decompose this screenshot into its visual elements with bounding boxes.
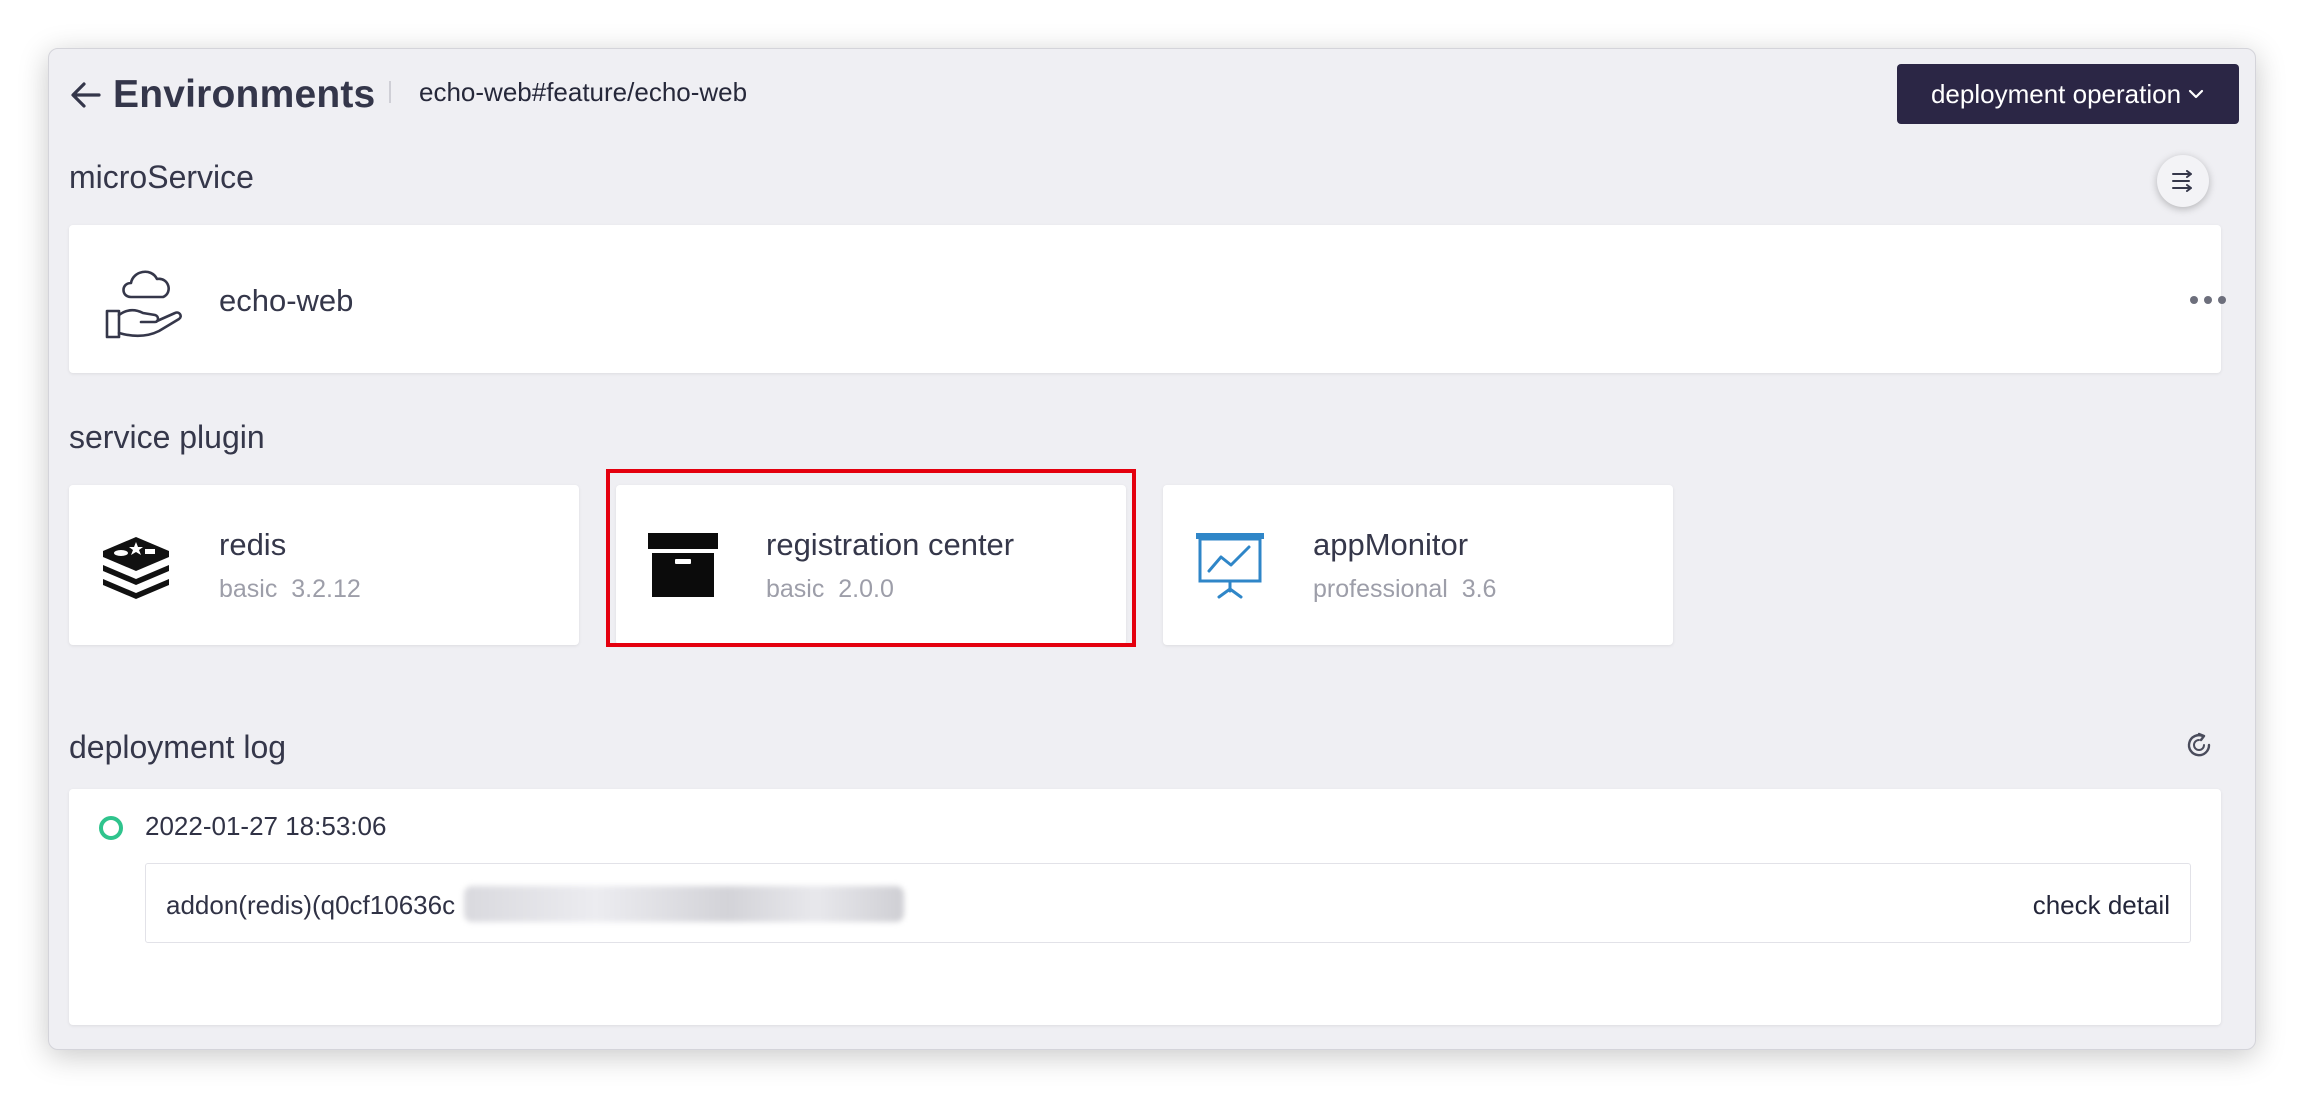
microservice-section-title: microService: [69, 159, 254, 195]
app-window: Environments echo-web#feature/echo-web d…: [48, 48, 2256, 1050]
plugin-name: appMonitor: [1313, 527, 1469, 562]
plugin-name: redis: [219, 527, 287, 562]
page-title: Environments: [113, 73, 376, 116]
deployment-log-section-title: deployment log: [69, 729, 287, 765]
list-view-toggle[interactable]: [2157, 155, 2209, 207]
plugin-card-appmonitor[interactable]: appMonitor professional 3.6: [1163, 485, 1673, 645]
plugin-meta: professional 3.6: [1313, 575, 1497, 603]
title-divider: [389, 81, 391, 103]
log-entry-text: addon(redis)(q0cf10636c: [166, 890, 456, 920]
check-detail-link[interactable]: check detail: [2033, 890, 2170, 921]
branch-name: echo-web#feature/echo-web: [419, 77, 748, 107]
redis-icon: [103, 537, 169, 599]
microservice-name: echo-web: [219, 283, 354, 318]
monitor-chart-icon: [1196, 533, 1264, 599]
arrow-left-icon[interactable]: [69, 78, 103, 112]
more-options-icon[interactable]: [2183, 285, 2233, 315]
cloud-hand-icon: [105, 270, 182, 339]
list-arrows-icon: [2172, 170, 2192, 192]
redacted-text: [464, 886, 904, 922]
service-plugin-section-title: service plugin: [69, 419, 265, 455]
plugin-card-redis[interactable]: redis basic 3.2.12: [69, 485, 579, 645]
status-indicator: [99, 816, 123, 840]
back-to-environments[interactable]: Environments: [69, 69, 375, 121]
plugin-meta: basic 3.2.12: [219, 575, 361, 603]
log-entry: addon(redis)(q0cf10636c check detail: [145, 863, 2191, 943]
deployment-log-panel: 2022-01-27 18:53:06 addon(redis)(q0cf106…: [69, 789, 2221, 1025]
deployment-operation-label: deployment operation: [1930, 78, 2182, 109]
refresh-icon[interactable]: [2183, 729, 2215, 761]
microservice-card[interactable]: echo-web: [69, 225, 2226, 373]
log-timestamp: 2022-01-27 18:53:06: [145, 811, 387, 841]
highlight-box: [606, 469, 1136, 647]
deployment-operation-button[interactable]: deployment operation: [1897, 64, 2239, 124]
chevron-down-icon: [2188, 89, 2204, 99]
